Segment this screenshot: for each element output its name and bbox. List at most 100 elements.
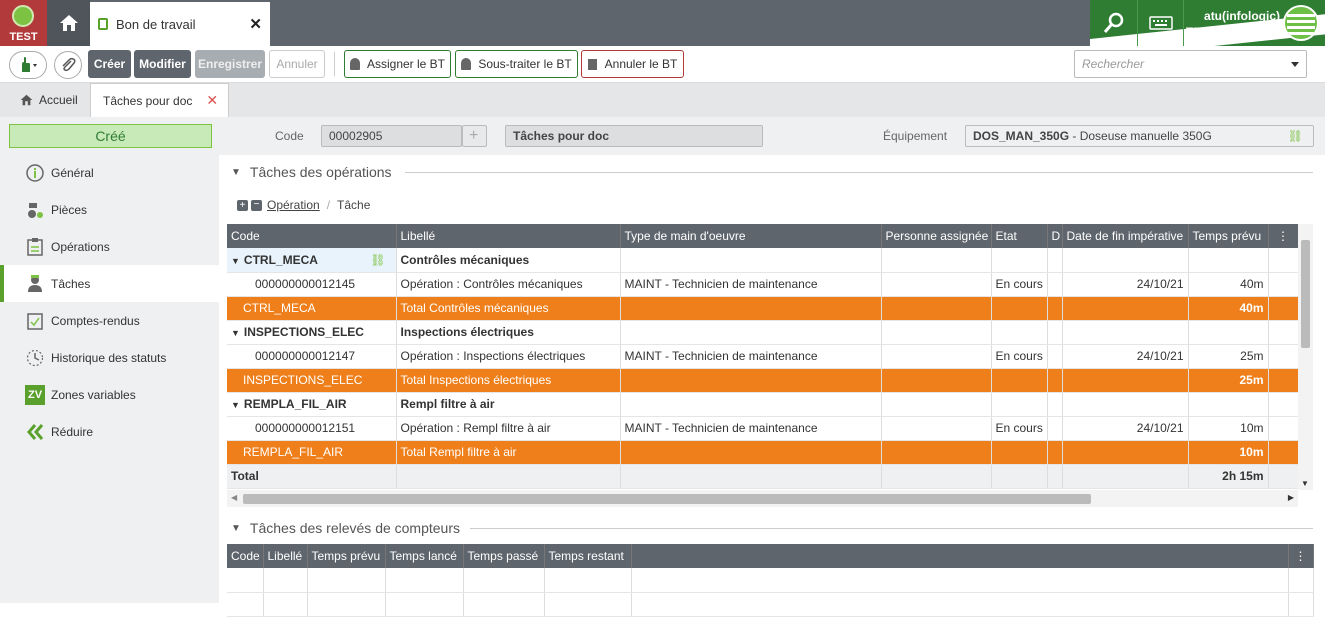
operations-tasks-table: Code Libellé Type de main d'oeuvre Perso… [227,224,1299,489]
col-header-spent-time[interactable]: Temps passé [463,544,545,568]
section-operations-tasks-header[interactable]: ▼ Tâches des opérations [231,164,392,180]
cell-labor: MAINT - Technicien de maintenance [620,416,882,441]
nav-item-collapse[interactable]: Réduire [0,413,219,450]
col-header-code[interactable]: Code [227,224,397,248]
crumb-operation[interactable]: Opération [267,198,320,212]
total-code: INSPECTIONS_ELEC [227,368,397,393]
nav-item-tasks[interactable]: Tâches [0,265,219,302]
col-header-remaining-time[interactable]: Temps restant [544,544,632,568]
total-label: Total Rempl filtre à air [396,440,621,465]
home-icon [59,15,78,31]
col-header-state[interactable]: Etat [991,224,1048,248]
global-search-button[interactable] [1090,0,1137,46]
link-icon[interactable]: ⛓ [1288,129,1303,143]
company-name: TESTINFOLOGIC [1186,25,1284,39]
info-icon [25,163,45,183]
zv-icon: ZV [25,384,45,405]
save-button[interactable]: Enregistrer [195,50,265,78]
title-field[interactable]: Tâches pour doc [505,125,763,147]
modify-button[interactable]: Modifier [134,50,191,78]
keyboard-button[interactable] [1137,0,1184,46]
column-menu-icon[interactable]: ⋮ [1268,224,1299,248]
col-header-due-date[interactable]: Date de fin impérative [1062,224,1189,248]
horizontal-scrollbar[interactable]: ◀ ▶ [227,490,1298,507]
subcontract-bt-label: Sous-traiter le BT [478,57,572,71]
col-header-started-time[interactable]: Temps lancé [385,544,464,568]
cell-time: 40m [1188,272,1269,297]
col-header-assignee[interactable]: Personne assignée [881,224,992,248]
col-header-d[interactable]: D [1047,224,1063,248]
cell-labor: MAINT - Technicien de maintenance [620,344,882,369]
group-row[interactable]: ▼ REMPLA_FIL_AIR Rempl filtre à air [227,392,1299,417]
nav-item-reports[interactable]: Comptes-rendus [0,302,219,339]
table-header-row: Code Libellé Temps prévu Temps lancé Tem… [227,544,1314,568]
total-time: 40m [1188,296,1269,321]
equipment-field[interactable]: DOS_MAN_350G - Doseuse manuelle 350G ⛓ [965,125,1314,147]
empty-row [227,568,1314,593]
home-button[interactable] [47,0,90,46]
table-row[interactable]: 000000000012147 Opération : Inspections … [227,344,1299,369]
cell-time: 10m [1188,416,1269,441]
nav-item-parts[interactable]: Pièces [0,191,219,228]
table-row[interactable]: 000000000012145 Opération : Contrôles mé… [227,272,1299,297]
group-row[interactable]: ▼ CTRL_MECA ⛓ Contrôles mécaniques [227,248,1299,273]
nav-item-operations[interactable]: Opérations [0,228,219,265]
close-icon[interactable]: ✕ [206,92,218,109]
crumb-separator: / [326,198,331,212]
cancel-bt-button[interactable]: Annuler le BT [581,50,684,78]
cell-state: En cours [991,344,1048,369]
search-icon [1103,12,1123,33]
doc-tab[interactable]: Bon de travail ✕ [90,2,270,46]
assign-bt-button[interactable]: Assigner le BT [344,50,451,78]
nav-item-label: Historique des statuts [51,350,167,365]
avatar[interactable] [1283,5,1319,41]
nav-item-general[interactable]: Général [0,154,219,191]
counter-tasks-table: Code Libellé Temps prévu Temps lancé Tem… [227,544,1314,617]
tab-current[interactable]: Tâches pour doc ✕ [90,83,229,117]
scroll-left-icon[interactable]: ◀ [231,493,237,502]
nav-item-status-history[interactable]: Historique des statuts [0,339,219,376]
column-menu-icon[interactable]: ⋮ [1288,544,1314,568]
cancel-button[interactable]: Annuler [269,50,325,78]
subcontract-bt-button[interactable]: Sous-traiter le BT [455,50,578,78]
grouping-breadcrumb: + − Opération / Tâche [237,198,370,212]
table-row[interactable]: 000000000012151 Opération : Rempl filtre… [227,416,1299,441]
app-logo[interactable]: TEST [0,0,47,46]
group-code: REMPLA_FIL_AIR [243,397,347,411]
parts-icon [25,200,45,220]
code-add-button[interactable]: + [462,125,487,147]
create-button[interactable]: Créer [88,50,131,78]
chevron-down-icon[interactable]: ▼ [231,328,240,338]
link-icon[interactable]: ⛓ [370,253,385,267]
col-header-planned-time[interactable]: Temps prévu [1188,224,1269,248]
cell-time: 25m [1188,344,1269,369]
group-row[interactable]: ▼ INSPECTIONS_ELEC Inspections électrique… [227,320,1299,345]
env-label: TEST [9,31,38,43]
chevron-down-icon[interactable]: ▼ [231,256,240,266]
tab-home[interactable]: Accueil [10,83,88,117]
col-header-labor-type[interactable]: Type de main d'oeuvre [620,224,882,248]
collapse-all-icon[interactable]: − [251,199,262,211]
col-header-label[interactable]: Libellé [263,544,308,568]
vertical-scrollbar[interactable]: ▼ [1298,224,1313,490]
chevron-down-icon[interactable]: ▼ [231,400,240,410]
expand-all-icon[interactable]: + [237,199,248,211]
code-field[interactable]: 00002905 [321,125,462,147]
nav-item-variable-zones[interactable]: ZV Zones variables [0,376,219,413]
chevron-down-icon: ▼ [231,522,241,534]
chevron-down-icon[interactable] [1291,62,1299,67]
search-input[interactable]: Rechercher [1074,50,1307,78]
col-header-label[interactable]: Libellé [396,224,621,248]
col-header-planned-time[interactable]: Temps prévu [307,544,386,568]
keyboard-icon [1148,16,1173,30]
attach-button[interactable] [54,51,82,79]
grand-total-label: Total [227,464,397,489]
col-header-code[interactable]: Code [227,544,264,568]
touch-menu-button[interactable] [9,51,47,79]
user-info[interactable]: atu(infologic) TESTINFOLOGIC [1186,8,1284,40]
group-total-row: CTRL_MECA Total Contrôles mécaniques 40m [227,296,1299,321]
section-counter-tasks-header[interactable]: ▼ Tâches des relevés de compteurs [231,520,460,536]
scroll-right-icon[interactable]: ▶ [1288,493,1294,502]
close-icon[interactable]: ✕ [249,15,262,33]
scroll-down-icon[interactable]: ▼ [1301,479,1309,488]
